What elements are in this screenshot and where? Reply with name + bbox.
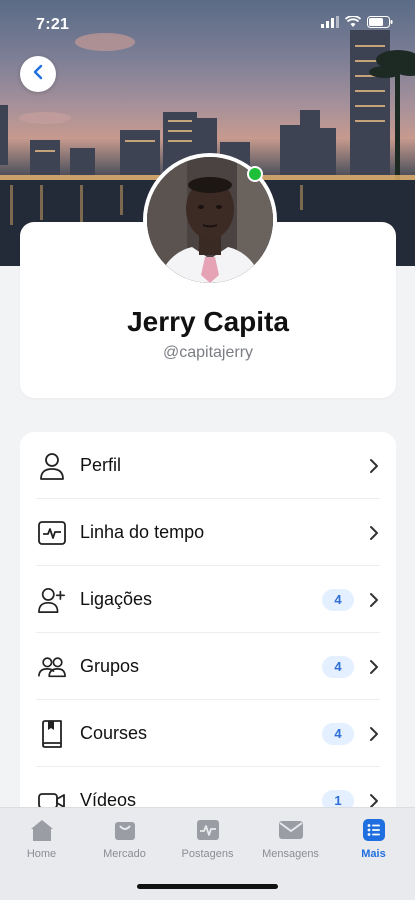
book-icon (38, 719, 66, 748)
profile-name: Jerry Capita (127, 306, 289, 337)
tab-home[interactable]: Home (0, 818, 83, 860)
tab-label: Home (26, 848, 57, 860)
activity-icon (38, 519, 66, 547)
count-badge: 4 (322, 655, 354, 678)
group-icon (38, 653, 66, 681)
menu-item-label: Grupos (80, 656, 140, 676)
tab-postagens[interactable]: Postagens (166, 818, 249, 860)
menu-item-perfil[interactable]: Perfil (20, 432, 396, 499)
cellular-signal-icon (321, 15, 339, 33)
chevron-right-icon (368, 659, 380, 675)
back-button[interactable] (20, 56, 56, 92)
tab-label: Mercado (103, 848, 146, 860)
menu-item-linha-do-tempo[interactable]: Linha do tempo (20, 499, 396, 566)
market-icon (112, 818, 138, 842)
menu-item-label: Linha do tempo (80, 522, 205, 542)
home-indicator (137, 884, 278, 889)
chevron-right-icon (368, 726, 380, 742)
count-badge: 4 (322, 722, 354, 745)
status-time: 7:21 (36, 16, 70, 33)
tab-mais[interactable]: Mais (332, 818, 415, 860)
chevron-right-icon (368, 592, 380, 608)
chevron-left-icon (32, 64, 44, 85)
profile-handle: @capitajerry (162, 344, 254, 361)
tab-label: Postagens (181, 848, 234, 860)
online-status-dot (247, 166, 263, 182)
menu-item-label: Ligações (80, 589, 153, 609)
menu-item-label: Perfil (80, 455, 122, 475)
tab-mensagens[interactable]: Mensagens (249, 818, 332, 860)
battery-icon (367, 15, 393, 33)
wifi-icon (344, 15, 362, 33)
tab-label: Mensagens (262, 848, 319, 860)
menu-item-grupos[interactable]: Grupos 4 (20, 633, 396, 700)
status-icons (321, 15, 393, 33)
user-icon (38, 452, 66, 480)
chevron-right-icon (368, 525, 380, 541)
count-badge: 4 (322, 588, 354, 611)
posts-icon (195, 818, 221, 842)
tab-label: Mais (361, 848, 386, 860)
chevron-right-icon (368, 458, 380, 474)
menu-item-ligacoes[interactable]: Ligações 4 (20, 566, 396, 633)
menu-list: Perfil Linha do tempo Ligações 4 Grupos … (20, 432, 396, 832)
user-add-icon (38, 586, 66, 614)
status-bar: 7:21 (0, 0, 415, 48)
menu-item-courses[interactable]: Courses 4 (20, 700, 396, 767)
mail-icon (278, 818, 304, 842)
list-icon (361, 818, 387, 842)
tab-mercado[interactable]: Mercado (83, 818, 166, 860)
menu-item-label: Courses (80, 723, 148, 743)
home-icon (29, 818, 55, 842)
